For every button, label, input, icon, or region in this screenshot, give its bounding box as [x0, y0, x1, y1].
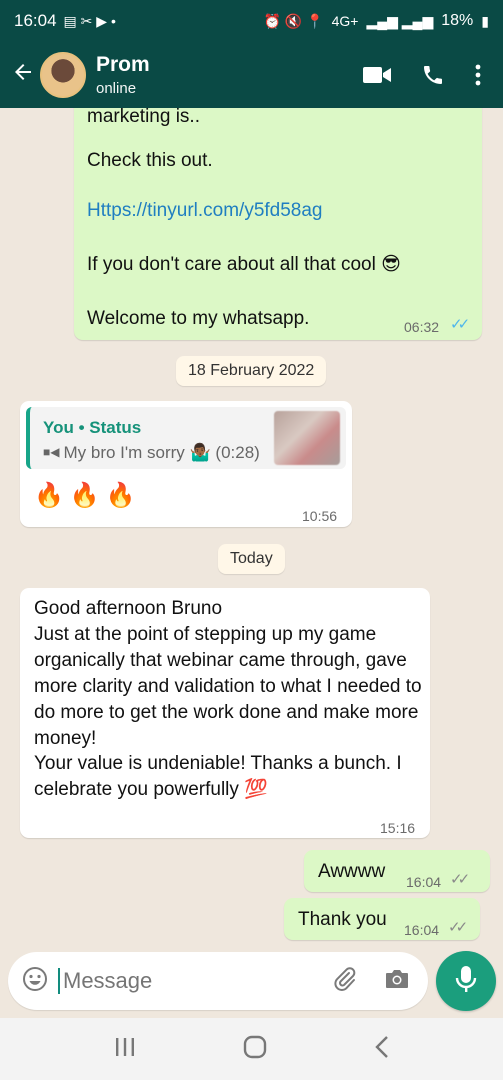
chat-area[interactable]: marketing is.. Check this out. Https://t… [0, 108, 503, 950]
message-bubble[interactable]: Good afternoon Bruno Just at the point o… [20, 588, 430, 838]
message-text: Thank you [298, 909, 387, 930]
quote-subtitle: ■◀ My bro I'm sorry 🤷🏾‍♂️ (0:28) [43, 440, 260, 465]
avatar[interactable] [40, 52, 86, 98]
status-thumbnail [274, 411, 340, 465]
message-text: If you don't care about all that cool 😎 [87, 254, 401, 275]
signal-icons: ⏰ 🔇 📍 [263, 13, 324, 29]
message-text: marketing is.. [87, 108, 200, 127]
message-composer [8, 952, 428, 1010]
contact-info[interactable]: Prom online [96, 53, 150, 97]
camera-icon[interactable] [384, 967, 410, 996]
mic-button[interactable] [436, 951, 496, 1011]
attach-icon[interactable] [332, 966, 358, 997]
message-link[interactable]: Https://tinyurl.com/y5fd58ag [87, 198, 323, 223]
message-text: 🔥🔥🔥 [34, 482, 142, 509]
status-time: 16:04 [14, 11, 57, 30]
back-nav-icon[interactable] [374, 1035, 390, 1064]
delivered-tick-icon: ✓✓ [450, 871, 470, 888]
quote-title: You • Status [43, 418, 142, 437]
message-text: Check this out. [87, 150, 213, 171]
message-time: 15:16 [380, 820, 416, 836]
status-bar: 16:04 ▤ ✂ ▶ • ⏰ 🔇 📍 4G+ ▂▄▆ ▂▄▆ 18% ▮ [0, 0, 503, 42]
quoted-status[interactable]: You • Status ■◀ My bro I'm sorry 🤷🏾‍♂️ (… [26, 407, 346, 469]
mic-icon [455, 965, 477, 998]
signal-bars-icon: ▂▄▆ ▂▄▆ [366, 13, 434, 29]
video-icon: ■◀ [43, 445, 60, 459]
date-separator: Today [218, 544, 285, 574]
read-tick-icon: ✓✓ [450, 316, 470, 333]
notification-icons: ▤ ✂ ▶ • [63, 13, 116, 29]
message-time: 10:56 [302, 508, 338, 524]
message-bubble[interactable]: marketing is.. Check this out. Https://t… [74, 108, 482, 340]
message-bubble[interactable]: Thank you 16:04 ✓✓ [284, 898, 480, 940]
back-arrow-icon[interactable] [8, 60, 38, 91]
battery-level: 18% [441, 12, 474, 29]
phone-icon[interactable] [421, 63, 445, 87]
message-input[interactable] [58, 968, 298, 994]
message-bubble[interactable]: You • Status ■◀ My bro I'm sorry 🤷🏾‍♂️ (… [20, 401, 352, 527]
message-text: Welcome to my whatsapp. [87, 308, 310, 329]
message-text: Awwww [318, 861, 386, 882]
contact-name: Prom [96, 53, 150, 76]
message-time: 06:32 [404, 319, 440, 335]
quote-text: My bro I'm sorry 🤷🏾‍♂️ (0:28) [63, 443, 260, 462]
delivered-tick-icon: ✓✓ [448, 919, 468, 936]
battery-icon: ▮ [481, 13, 489, 29]
date-separator: 18 February 2022 [176, 356, 327, 386]
video-call-icon[interactable] [363, 65, 391, 85]
chat-header: Prom online [0, 42, 503, 108]
message-time: 16:04 [404, 922, 440, 938]
system-nav-bar [0, 1018, 503, 1080]
emoji-icon[interactable] [22, 966, 48, 997]
message-text: Good afternoon Bruno Just at the point o… [34, 598, 422, 801]
contact-status: online [96, 80, 137, 97]
message-time: 16:04 [406, 874, 442, 890]
network-label: 4G+ [331, 13, 359, 29]
home-icon[interactable] [243, 1035, 267, 1064]
message-bubble[interactable]: Awwww 16:04 ✓✓ [304, 850, 490, 892]
more-icon[interactable] [475, 63, 481, 87]
recents-icon[interactable] [114, 1037, 136, 1062]
